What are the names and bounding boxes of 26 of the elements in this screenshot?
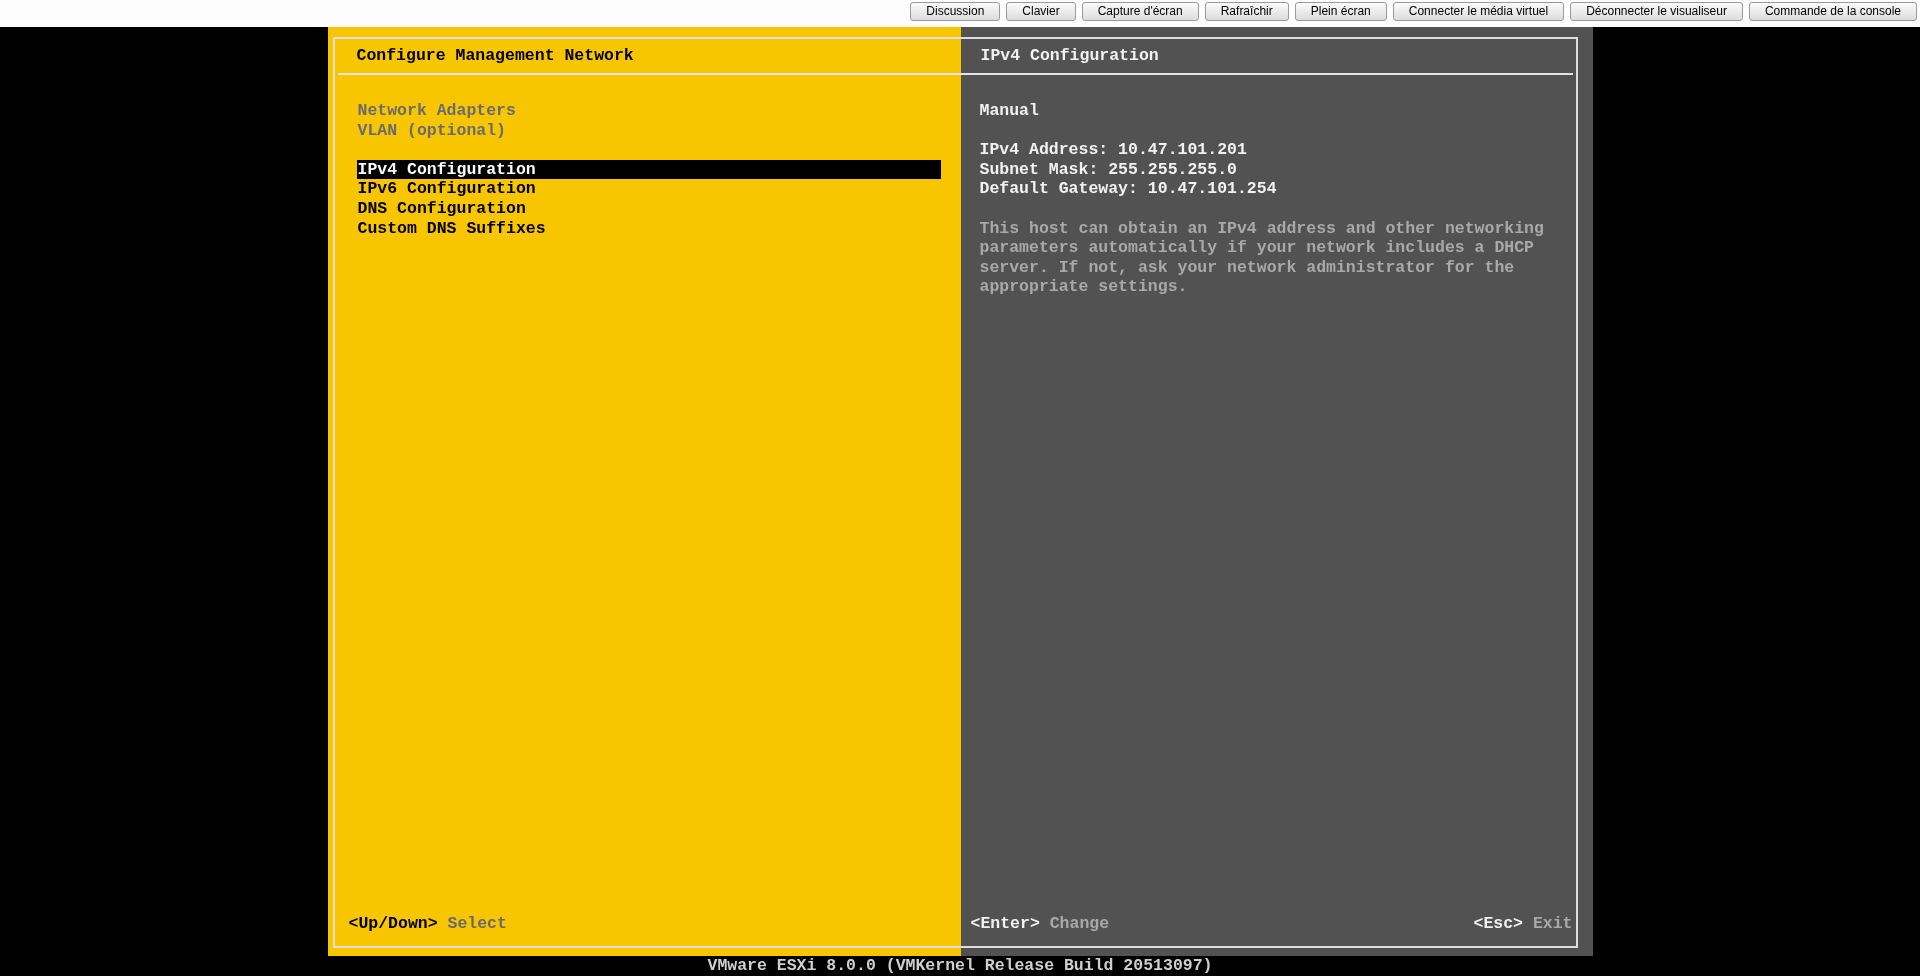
status-text: VMware ESXi 8.0.0 (VMKernel Release Build 20513097) xyxy=(707,956,1213,975)
mode-text: Manual xyxy=(979,101,1040,121)
shortcut-key: <Up/Down> xyxy=(348,914,438,934)
toolbar-button[interactable]: Déconnecter le visualiseur xyxy=(1570,2,1743,21)
panel-title: IPv4 Configuration xyxy=(980,46,1159,65)
toolbar-button[interactable]: Plein écran xyxy=(1294,2,1387,21)
panel-title: Configure Management Network xyxy=(356,46,634,65)
description-text: This host can obtain an IPv4 address and other networking parameters automatically if your network includes a DHCP server. If not, ask your network administrator for the appropriate settings. xyxy=(979,218,1545,297)
menu-item[interactable]: DNS Configuration xyxy=(356,198,941,219)
toolbar-button[interactable]: Capture d'écran xyxy=(1081,2,1199,21)
toolbar-button[interactable]: Connecter le média virtuel xyxy=(1392,2,1565,21)
shortcut-key: <Enter> xyxy=(970,914,1040,934)
setting-line: Subnet Mask: 255.255.255.0 xyxy=(979,159,1238,180)
shortcut-action: Exit xyxy=(1532,914,1573,934)
menu-item[interactable]: Custom DNS Suffixes xyxy=(356,218,941,239)
setting-line: Default Gateway: 10.47.101.254 xyxy=(979,179,1278,199)
shortcut-action: Select xyxy=(447,914,507,934)
shortcut-key: <Esc> xyxy=(1473,914,1523,934)
menu-item[interactable]: IPv6 Configuration xyxy=(356,179,941,199)
setting-line: IPv4 Address: 10.47.101.201 xyxy=(979,140,1248,160)
toolbar-button[interactable]: Rafraîchir xyxy=(1204,2,1289,21)
toolbar-button[interactable]: Clavier xyxy=(1006,2,1076,21)
toolbar-button[interactable]: Discussion xyxy=(910,2,1001,21)
toolbar-button[interactable]: Commande de la console xyxy=(1748,2,1917,21)
shortcut-action: Change xyxy=(1049,914,1110,934)
menu-item[interactable]: IPv4 Configuration xyxy=(356,159,941,180)
